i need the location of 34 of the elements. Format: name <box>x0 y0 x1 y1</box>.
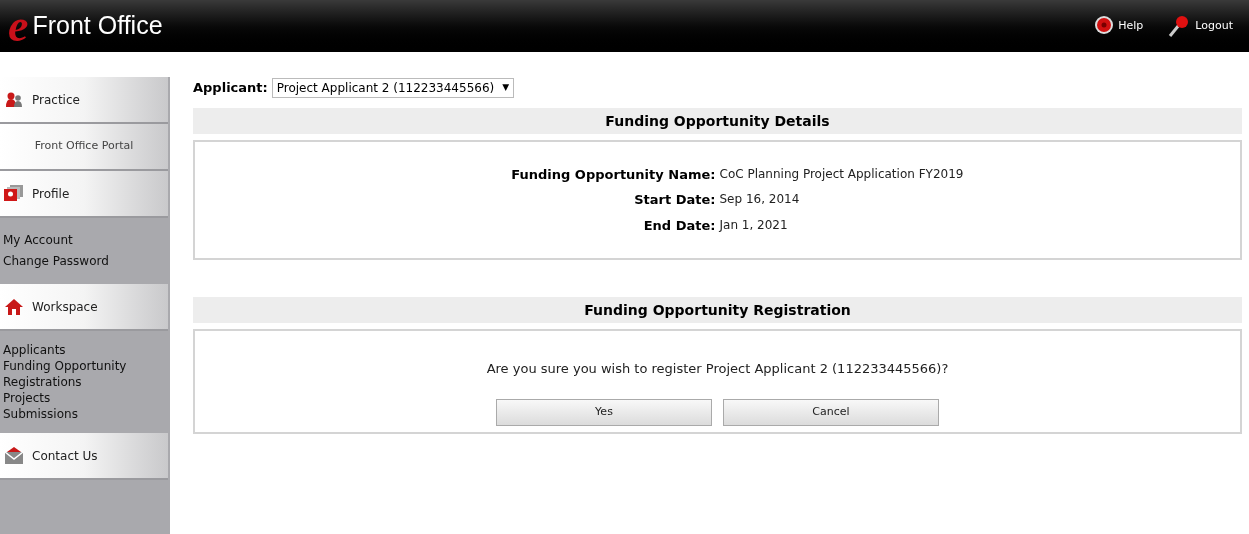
field-label: Funding Opportunity Name: <box>510 165 716 184</box>
panel-heading: Funding Opportunity Details <box>193 108 1242 134</box>
sidebar-link[interactable]: Applicants <box>0 342 66 358</box>
applicant-label: Applicant: <box>193 79 268 98</box>
id-card-icon <box>4 184 24 203</box>
caret-icon: ▼ <box>502 81 510 95</box>
field-value: Jan 1, 2021 <box>719 216 789 234</box>
field-label: Start Date: <box>633 191 716 210</box>
sidebar-link[interactable]: Projects <box>0 390 51 406</box>
dialog-button[interactable]: Yes <box>496 398 712 426</box>
sidebar-link[interactable]: Funding Opportunity Registrations <box>0 358 170 390</box>
people-icon <box>4 90 24 109</box>
field-value: CoC Planning Project Application FY2019 <box>719 165 965 183</box>
sidebar-section[interactable]: Practice <box>0 77 168 124</box>
help-link[interactable]: Help <box>1094 15 1144 37</box>
sidebar-link[interactable]: My Account <box>0 230 73 251</box>
confirmation-text: Are you sure you wish to register Project Applicant 2 (112233445566)? <box>486 360 949 378</box>
envelope-icon <box>4 446 24 465</box>
field-label: End Date: <box>642 216 716 235</box>
sidebar-section[interactable]: Profile <box>0 171 168 218</box>
sidebar-link[interactable]: Submissions <box>0 406 78 422</box>
sidebar-link[interactable]: Change Password <box>0 251 109 272</box>
app-title: Front Office <box>32 10 163 42</box>
logo-mark: e <box>8 3 29 49</box>
logout-link[interactable]: Logout <box>1167 14 1233 38</box>
sidebar-item[interactable]: Front Office Portal <box>0 124 168 171</box>
help-icon <box>1094 15 1115 37</box>
home-icon <box>4 297 24 316</box>
panel-heading: Funding Opportunity Registration <box>193 297 1242 323</box>
dialog-button[interactable]: Cancel <box>723 398 939 426</box>
field-value: Sep 16, 2014 <box>719 191 801 209</box>
sidebar-section[interactable]: Contact Us <box>0 433 168 480</box>
sidebar-section[interactable]: Workspace <box>0 284 168 331</box>
applicant-dropdown[interactable]: Project Applicant 2 (112233445566) ▼ <box>271 78 515 98</box>
